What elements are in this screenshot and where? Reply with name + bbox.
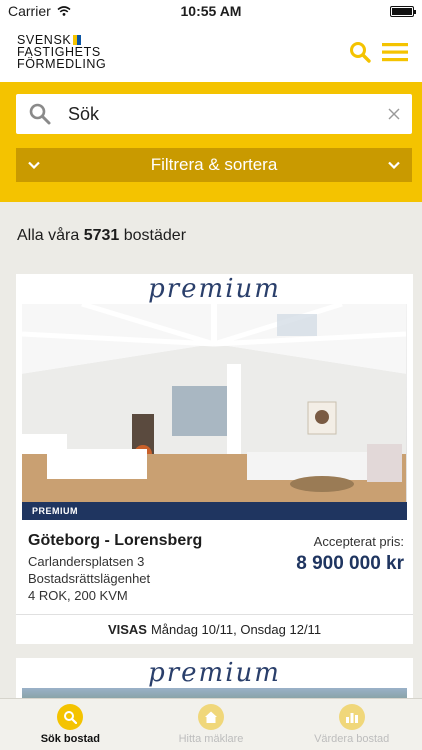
search-input[interactable]: Sök: [16, 94, 412, 134]
viewing-label: VISAS: [107, 622, 147, 637]
clear-icon[interactable]: [388, 108, 400, 120]
app-header: SVENSK FASTIGHETS FÖRMEDLING: [0, 22, 422, 82]
tab-bar: Sök bostad Hitta mäklare Värdera bostad: [0, 698, 422, 750]
listing-photo: PREMIUM: [22, 304, 407, 520]
listing-type: Bostadsrättslägenhet: [28, 571, 151, 586]
menu-icon[interactable]: [382, 42, 408, 62]
interior-photo: [22, 304, 406, 520]
price-label: Accepterat pris:: [313, 534, 404, 549]
tab-label: Värdera bostad: [314, 733, 390, 745]
status-bar: Carrier 10:55 AM: [0, 0, 422, 22]
battery-icon: [390, 5, 416, 17]
logo: SVENSK FASTIGHETS FÖRMEDLING: [17, 34, 107, 71]
filter-sort-button[interactable]: Filtrera & sortera: [16, 148, 412, 182]
tab-label: Sök bostad: [40, 733, 100, 745]
premium-label: premium: [148, 658, 281, 688]
tab-valuation[interactable]: Värdera bostad: [281, 699, 422, 750]
premium-label: premium: [148, 274, 281, 304]
results-prefix: Alla våra: [17, 227, 80, 244]
carrier-label: Carrier: [8, 3, 51, 19]
filter-sort-label: Filtrera & sortera: [150, 155, 278, 174]
results-number: 5731: [83, 227, 120, 244]
logo-line-3: FÖRMEDLING: [17, 57, 107, 71]
listing-size: 4 ROK, 200 KVM: [28, 588, 128, 603]
flag-icon: [73, 35, 82, 45]
search-placeholder: Sök: [68, 103, 100, 124]
results-count: Alla våra 5731 bostäder: [0, 202, 422, 274]
listing-title: Göteborg - Lorensberg: [28, 532, 203, 549]
chevron-down-icon: [28, 161, 40, 169]
viewing-times: VISAS Måndag 10/11, Onsdag 12/11: [16, 614, 413, 644]
tab-label: Hitta mäklare: [178, 733, 244, 745]
status-left: Carrier: [8, 3, 71, 19]
search-input-icon: [29, 103, 51, 125]
search-icon: [57, 704, 84, 730]
listing-street: Carlandersplatsen 3: [28, 554, 145, 569]
listing-price-box: Accepterat pris: 8 900 000 kr: [296, 532, 404, 604]
wifi-icon: [57, 6, 71, 16]
results-suffix: bostäder: [123, 227, 187, 244]
listing-card[interactable]: premium: [16, 274, 413, 644]
tab-find-agent[interactable]: Hitta mäklare: [141, 699, 282, 750]
listing-address: Göteborg - Lorensberg Carlandersplatsen …: [28, 532, 202, 604]
search-panel: Sök Filtrera & sortera: [0, 82, 422, 202]
header-actions: [348, 40, 408, 64]
listing-price: 8 900 000 kr: [296, 553, 404, 574]
bar-chart-icon: [338, 704, 365, 730]
listing-details: Göteborg - Lorensberg Carlandersplatsen …: [16, 520, 413, 614]
search-icon[interactable]: [348, 40, 372, 64]
viewing-dates: Måndag 10/11, Onsdag 12/11: [150, 622, 322, 637]
tab-search-home[interactable]: Sök bostad: [0, 699, 141, 750]
premium-badge: PREMIUM: [22, 502, 407, 520]
results-content: Alla våra 5731 bostäder premium PREMIUM …: [0, 202, 422, 722]
chevron-down-icon: [388, 161, 400, 169]
house-icon: [198, 704, 224, 730]
